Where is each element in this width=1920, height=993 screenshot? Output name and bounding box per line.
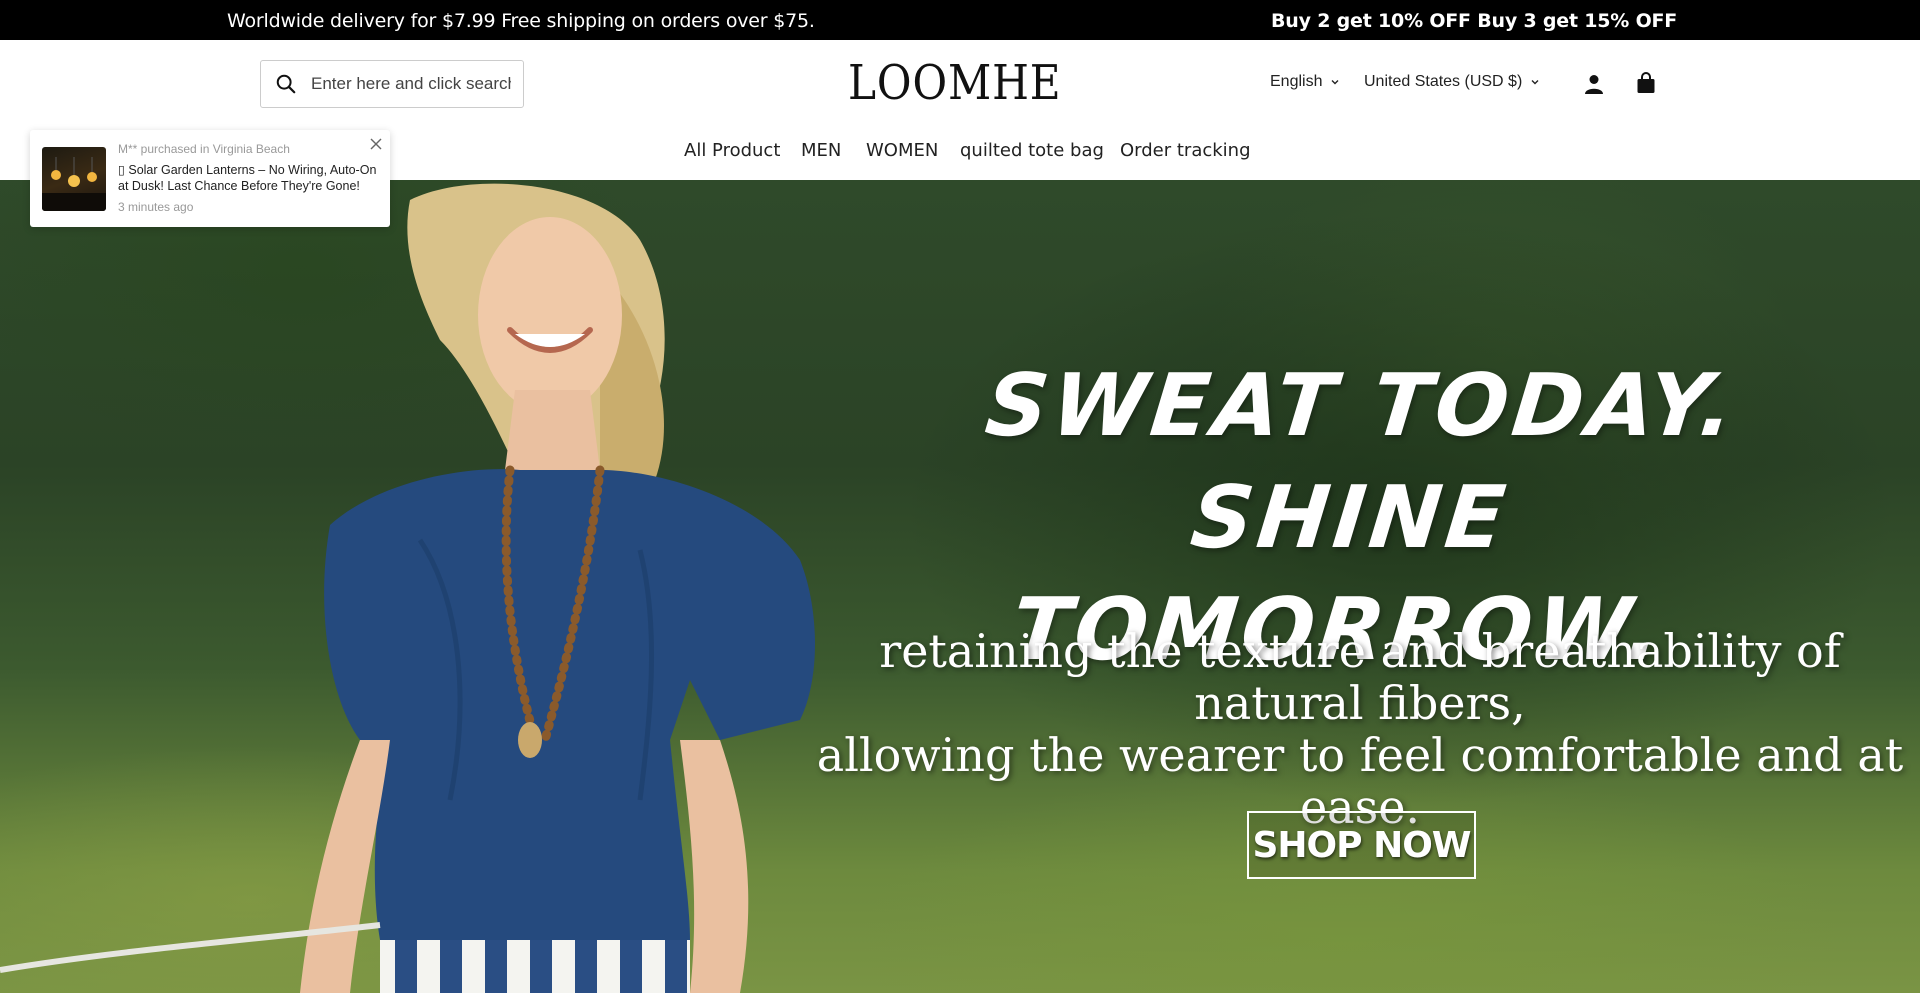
nav-men[interactable]: MEN — [801, 140, 841, 161]
shop-now-button[interactable]: SHOP NOW — [1247, 811, 1476, 879]
currency-selector[interactable]: United States (USD $) — [1364, 73, 1540, 91]
nav-all-product[interactable]: All Product — [684, 140, 780, 161]
language-label: English — [1270, 73, 1323, 90]
hero-subheadline-line1: retaining the texture and breathability … — [879, 624, 1841, 730]
chevron-down-icon — [1531, 80, 1539, 85]
recent-purchase-popup[interactable]: M** purchased in Virginia Beach ▯ Solar … — [30, 130, 390, 227]
close-icon[interactable] — [368, 136, 384, 152]
announcement-shipping: Worldwide delivery for $7.99 Free shippi… — [227, 10, 815, 32]
site-logo[interactable]: LOOMHE — [848, 58, 1061, 108]
lantern-image — [42, 157, 106, 211]
language-selector[interactable]: English — [1270, 73, 1340, 91]
hero-model-image — [0, 183, 815, 993]
search-input[interactable] — [311, 74, 511, 94]
hero-headline-line1: SWEAT TODAY. — [980, 356, 1743, 456]
shopping-bag-icon[interactable] — [1635, 71, 1657, 95]
purchase-time: 3 minutes ago — [118, 200, 194, 214]
announcement-bar: Worldwide delivery for $7.99 Free shippi… — [0, 0, 1920, 40]
user-icon[interactable] — [1583, 73, 1605, 95]
product-thumbnail[interactable] — [42, 147, 106, 211]
nav-women[interactable]: WOMEN — [866, 140, 938, 161]
nav-quilted-tote-bag[interactable]: quilted tote bag — [960, 140, 1104, 161]
chevron-down-icon — [1331, 80, 1339, 85]
nav-order-tracking[interactable]: Order tracking — [1120, 140, 1251, 161]
purchase-product-name[interactable]: ▯ Solar Garden Lanterns – No Wiring, Aut… — [118, 162, 378, 194]
search-box[interactable] — [260, 60, 524, 108]
announcement-discount: Buy 2 get 10% OFF Buy 3 get 15% OFF — [1271, 10, 1678, 32]
hero-subheadline: retaining the texture and breathability … — [800, 625, 1920, 833]
hero-banner[interactable]: SWEAT TODAY. SHINE TOMORROW. retaining t… — [0, 180, 1920, 993]
currency-label: United States (USD $) — [1364, 73, 1523, 90]
search-icon[interactable] — [275, 73, 297, 95]
purchase-location: M** purchased in Virginia Beach — [118, 142, 290, 156]
